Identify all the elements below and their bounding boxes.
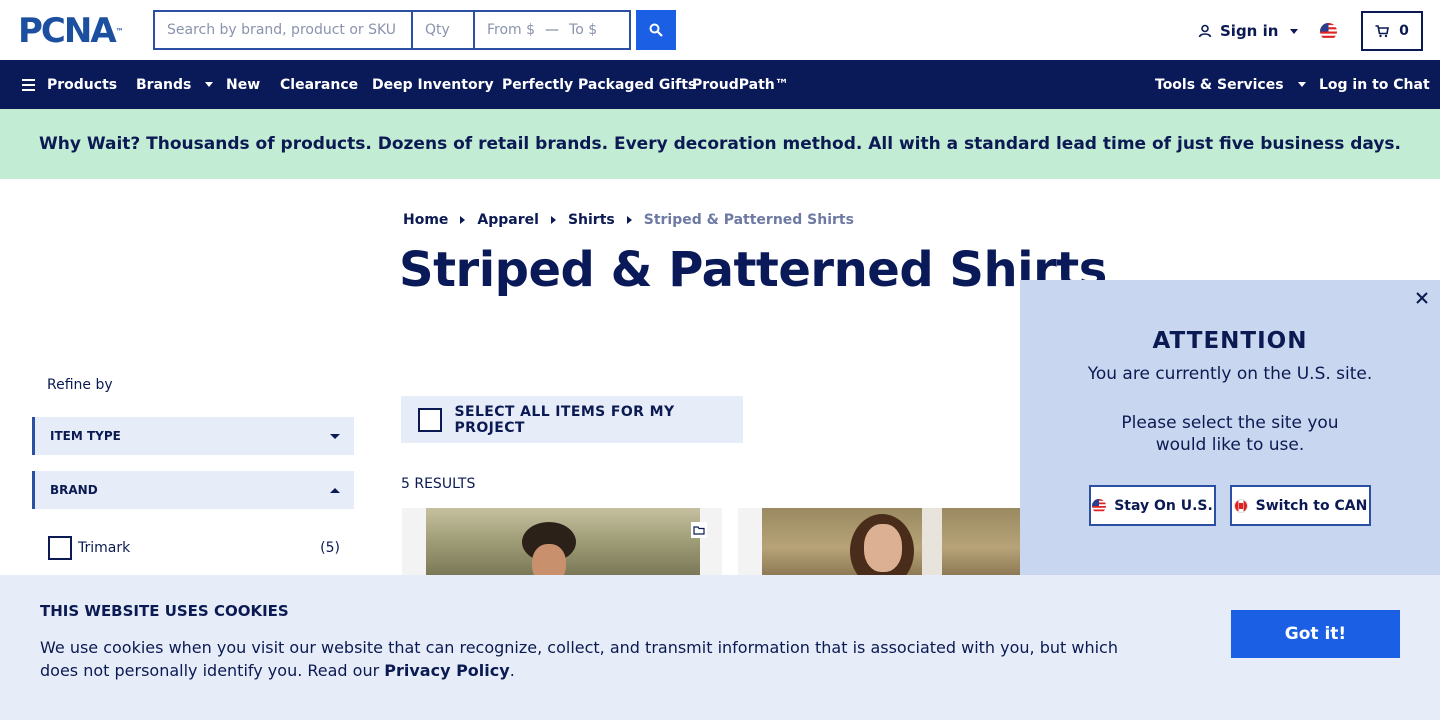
qty-placeholder: Qty — [425, 22, 450, 38]
nav-proudpath[interactable]: ProudPath™ — [692, 60, 789, 109]
nav-tools-services[interactable]: Tools & Services — [1155, 60, 1306, 109]
nav-tools-label: Tools & Services — [1155, 76, 1284, 93]
got-it-button[interactable]: Got it! — [1231, 610, 1400, 658]
chevron-down-icon — [330, 433, 340, 439]
breadcrumb-home[interactable]: Home — [403, 212, 448, 228]
nav-chat-label: Log in to Chat — [1319, 76, 1430, 93]
promo-text: Why Wait? Thousands of products. Dozens … — [38, 134, 1402, 154]
price-to-input[interactable]: To $ — [569, 22, 597, 38]
select-all-label: SELECT ALL ITEMS FOR MY PROJECT — [454, 403, 675, 436]
modal-instruction-text: Please select the site you would like to… — [1121, 413, 1339, 455]
qty-input[interactable]: Qty — [413, 12, 475, 48]
breadcrumb-separator-icon — [550, 216, 556, 224]
modal-title: ATTENTION — [1152, 328, 1308, 354]
cookie-title: THIS WEBSITE USES COOKIES — [40, 602, 289, 620]
nav-clearance-label: Clearance — [280, 76, 359, 93]
nav-products-label: Products — [47, 76, 118, 93]
user-icon — [1198, 24, 1212, 38]
facet-item-type-label: ITEM TYPE — [50, 429, 121, 443]
sign-in-label: Sign in — [1220, 22, 1279, 40]
cookie-text: We use cookies when you visit our websit… — [40, 636, 1140, 682]
canada-flag-icon — [1233, 498, 1248, 513]
logo-trademark: ™ — [115, 26, 124, 36]
cookie-body: We use cookies when you visit our websit… — [40, 638, 1118, 680]
chevron-down-icon — [205, 82, 214, 87]
site-header: PCNA ™ Search by brand, product or SKU Qt… — [0, 0, 1440, 60]
brand-checkbox[interactable] — [48, 536, 72, 560]
brand-option-trimark[interactable]: Trimark (5) — [48, 536, 340, 560]
nav-deep-inventory[interactable]: Deep Inventory — [372, 60, 494, 109]
select-all-checkbox[interactable] — [418, 407, 442, 432]
cookie-banner: THIS WEBSITE USES COOKIES We use cookies… — [0, 575, 1440, 720]
cart-icon — [1375, 24, 1390, 37]
price-range: From $ — To $ — [475, 12, 631, 48]
nav-gifts[interactable]: Perfectly Packaged Gifts — [502, 60, 696, 109]
nav-new-label: New — [226, 76, 261, 93]
chevron-down-icon — [1297, 82, 1306, 87]
search-button[interactable] — [636, 10, 676, 50]
results-count: 5 RESULTS — [401, 476, 476, 492]
breadcrumb-current: Striped & Patterned Shirts — [643, 212, 854, 228]
chevron-up-icon — [330, 487, 340, 493]
main-nav: Products Brands New Clearance Deep Inven… — [0, 60, 1440, 109]
breadcrumb-shirts[interactable]: Shirts — [568, 212, 615, 228]
breadcrumb-separator-icon — [626, 216, 632, 224]
add-to-project-icon[interactable] — [691, 522, 707, 538]
stay-on-us-label: Stay On U.S. — [1114, 497, 1213, 514]
search-bar: Search by brand, product or SKU Qty From… — [153, 10, 631, 50]
us-flag-icon — [1092, 498, 1107, 513]
breadcrumb-separator-icon — [460, 216, 466, 224]
stay-on-us-button[interactable]: Stay On U.S. — [1089, 485, 1216, 526]
breadcrumb: Home Apparel Shirts Striped & Patterned … — [403, 212, 854, 228]
nav-brands-label: Brands — [136, 76, 192, 93]
nav-brands[interactable]: Brands — [136, 60, 214, 109]
chevron-down-icon — [1290, 28, 1299, 34]
switch-to-can-label: Switch to CAN — [1255, 497, 1368, 514]
nav-deep-inventory-label: Deep Inventory — [372, 76, 494, 93]
facet-brand[interactable]: BRAND — [32, 471, 354, 509]
cart-button[interactable]: 0 — [1361, 11, 1423, 51]
nav-proudpath-label: ProudPath™ — [692, 76, 789, 93]
breadcrumb-apparel[interactable]: Apparel — [477, 212, 539, 228]
sign-in-menu[interactable]: Sign in — [1198, 20, 1299, 42]
nav-products[interactable]: Products — [22, 60, 117, 109]
us-flag-icon[interactable] — [1320, 23, 1337, 40]
search-icon — [649, 23, 663, 37]
cookie-text-end: . — [509, 661, 515, 680]
price-from-input[interactable]: From $ — [487, 22, 535, 38]
close-icon[interactable] — [1415, 291, 1429, 305]
logo-text: PCNA — [18, 11, 117, 51]
nav-gifts-label: Perfectly Packaged Gifts — [502, 76, 697, 93]
facet-brand-label: BRAND — [50, 483, 98, 497]
privacy-policy-link[interactable]: Privacy Policy — [384, 661, 509, 680]
switch-to-can-button[interactable]: Switch to CAN — [1230, 485, 1371, 526]
brand-option-count: (5) — [320, 540, 340, 556]
select-all-items[interactable]: SELECT ALL ITEMS FOR MY PROJECT — [401, 396, 743, 443]
range-dash: — — [545, 22, 560, 38]
nav-clearance[interactable]: Clearance — [280, 60, 358, 109]
facet-item-type[interactable]: ITEM TYPE — [32, 417, 354, 455]
site-select-modal: ATTENTION You are currently on the U.S. … — [1020, 280, 1440, 576]
nav-new[interactable]: New — [226, 60, 260, 109]
promo-banner: Why Wait? Thousands of products. Dozens … — [0, 109, 1440, 179]
page-title: Striped & Patterned Shirts — [399, 242, 1107, 298]
pcna-logo[interactable]: PCNA ™ — [18, 11, 124, 51]
cart-count: 0 — [1399, 23, 1409, 39]
modal-current-site-text: You are currently on the U.S. site. — [1087, 364, 1373, 384]
menu-icon — [22, 78, 35, 91]
search-input[interactable]: Search by brand, product or SKU — [155, 12, 413, 48]
nav-chat-login[interactable]: Log in to Chat — [1319, 60, 1430, 109]
brand-option-label: Trimark — [78, 540, 131, 556]
search-placeholder: Search by brand, product or SKU — [167, 22, 397, 38]
refine-by-label: Refine by — [47, 377, 113, 393]
